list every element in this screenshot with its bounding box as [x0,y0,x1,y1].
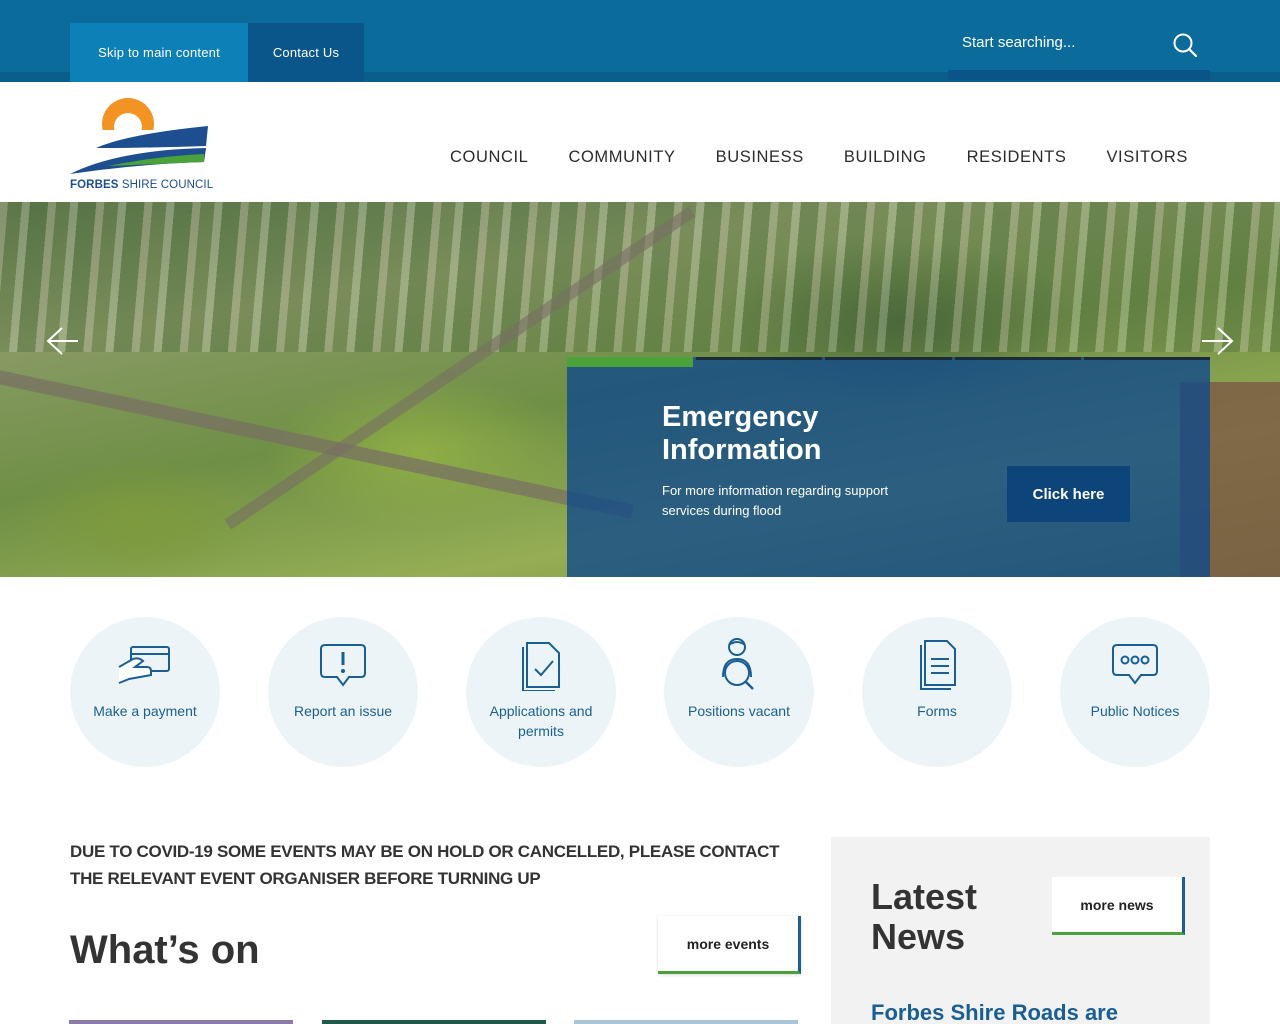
applications-icon [522,642,560,691]
skip-to-main-content-link[interactable]: Skip to main content [70,23,248,82]
slider-progress [567,357,1211,367]
nav-building[interactable]: BUILDING [824,144,947,174]
more-news-button[interactable]: more news [1052,877,1185,935]
forms-icon [920,640,956,690]
logo-graphic-icon [70,98,208,174]
site-header: FORBES SHIRE COUNCIL COUNCIL COMMUNITY B… [0,82,1280,202]
notices-icon [1112,644,1158,685]
slider-next-arrow-icon[interactable] [1200,324,1240,358]
quick-link-label: Public Notices [1090,703,1180,719]
slider-progress-segment[interactable] [696,357,823,360]
slider-progress-segment[interactable] [825,357,952,360]
slider-progress-segment[interactable] [1083,357,1211,360]
whats-on-heading: What’s on [70,928,260,972]
logo-text: FORBES SHIRE COUNCIL [70,179,214,191]
nav-community[interactable]: COMMUNITY [548,144,695,174]
nav-visitors[interactable]: VISITORS [1086,144,1208,174]
hero-click-here-button[interactable]: Click here [1007,466,1130,522]
payment-card-icon [118,646,170,684]
quick-link-make-a-payment[interactable]: Make a payment [70,617,220,767]
hero-title: Emergency Information [662,401,822,466]
top-utility-bar: Skip to main content Contact Us [0,0,1280,82]
covid-events-notice: DUE TO COVID-19 SOME EVENTS MAY BE ON HO… [70,842,780,888]
hero-slider: Emergency Information For more informati… [0,202,1280,577]
main-navigation: COUNCIL COMMUNITY BUSINESS BUILDING RESI… [430,144,1208,174]
search-box [948,10,1210,80]
quick-link-applications-and-permits[interactable]: Applications and permits [466,617,616,767]
hero-description: For more information regarding support s… [662,483,889,518]
event-card-image[interactable] [574,1020,798,1024]
hero-aerial-town-image [0,202,1280,352]
nav-council[interactable]: COUNCIL [430,144,548,174]
quick-link-public-notices[interactable]: Public Notices [1060,617,1210,767]
search-input[interactable] [962,28,1162,56]
event-card-image[interactable] [69,1020,293,1024]
search-icon[interactable] [1172,32,1198,58]
quick-link-label: Positions vacant [688,703,790,719]
more-events-button[interactable]: more events [658,916,801,974]
hero-road-graphic [0,359,634,519]
quick-link-label: Applications and permits [489,703,593,739]
slider-progress-segment[interactable] [567,357,694,367]
forbes-shire-council-logo[interactable]: FORBES SHIRE COUNCIL [68,90,214,196]
hero-info-panel: Emergency Information For more informati… [567,357,1211,577]
contact-us-link[interactable]: Contact Us [248,23,364,82]
event-card-image[interactable] [322,1020,546,1024]
quick-link-forms[interactable]: Forms [862,617,1012,767]
slider-prev-arrow-icon[interactable] [40,324,80,358]
quick-links: Make a payment Report an issue Applicati… [70,617,1210,767]
quick-link-label: Make a payment [93,703,197,719]
quick-link-label: Forms [917,703,957,719]
nav-business[interactable]: BUSINESS [696,144,824,174]
slider-progress-segment[interactable] [954,357,1081,360]
report-issue-icon [320,644,366,687]
latest-news-heading: Latest News [871,876,978,957]
positions-icon [722,638,754,690]
quick-link-report-an-issue[interactable]: Report an issue [268,617,418,767]
quick-link-label: Report an issue [293,703,393,719]
nav-residents[interactable]: RESIDENTS [947,144,1087,174]
latest-news-panel: Latest News more news Forbes Shire Roads… [831,837,1210,1024]
quick-link-positions-vacant[interactable]: Positions vacant [664,617,814,767]
news-headline-link[interactable]: Forbes Shire Roads are [871,1000,1201,1024]
